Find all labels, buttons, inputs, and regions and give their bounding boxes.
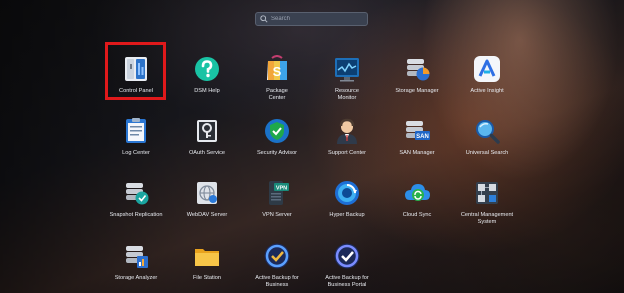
app-label: Hyper Backup [329, 212, 365, 218]
app-label: File Station [193, 275, 221, 281]
app-resource-monitor[interactable]: Resource Monitor [313, 45, 381, 105]
app-file-station[interactable]: File Station [173, 232, 241, 292]
app-active-backup-business-portal[interactable]: Active Backup for Business Portal [313, 232, 381, 292]
cms-icon [476, 182, 498, 204]
app-label: VPN Server [262, 212, 292, 218]
app-hyper-backup[interactable]: Hyper Backup [313, 169, 381, 229]
app-oauth-service[interactable]: OAuth Service [173, 107, 241, 167]
app-label: Storage Manager [395, 88, 439, 94]
app-label: DSM Help [194, 88, 220, 94]
app-label: SAN Manager [399, 150, 435, 156]
cloud-sync-icon [405, 184, 430, 201]
snapshot-icon [126, 183, 149, 205]
shield-icon [265, 119, 289, 143]
help-icon [195, 57, 219, 81]
app-label: Package Center [266, 88, 288, 101]
app-label: Log Center [122, 150, 150, 156]
app-label: Snapshot Replication [109, 212, 163, 218]
active-backup-icon [264, 243, 290, 269]
app-san-manager[interactable]: SAN SAN Manager [383, 107, 451, 167]
svg-text:S: S [273, 64, 282, 79]
app-label: Security Advisor [256, 150, 298, 156]
app-cloud-sync[interactable]: Cloud Sync [383, 169, 451, 229]
magnifier-icon [476, 120, 500, 144]
log-center-icon [126, 118, 146, 143]
app-label: Active Insight [470, 88, 504, 94]
app-label: WebDAV Server [186, 212, 228, 218]
desktop-wallpaper [0, 0, 624, 293]
san-badge-text: SAN [416, 134, 429, 140]
app-support-center[interactable]: Support Center [313, 107, 381, 167]
app-storage-analyzer[interactable]: Storage Analyzer [102, 232, 170, 292]
search-bar[interactable] [255, 12, 368, 26]
app-control-panel[interactable]: Control Panel [102, 45, 170, 105]
app-label: Resource Monitor [335, 88, 359, 101]
webdav-globe-icon [197, 182, 217, 204]
hyper-backup-icon [335, 181, 359, 205]
app-label: Active Backup for Business [255, 275, 299, 288]
monitor-icon [335, 58, 359, 82]
search-icon [260, 15, 268, 23]
app-label: Universal Search [465, 150, 509, 156]
app-webdav-server[interactable]: WebDAV Server [173, 169, 241, 229]
app-central-management-system[interactable]: Central Management System [453, 169, 521, 229]
storage-analyzer-icon [126, 246, 148, 268]
oauth-key-icon [197, 120, 217, 142]
app-label: Active Backup for Business Portal [325, 275, 369, 288]
vpn-badge-text: VPN [276, 186, 287, 192]
app-package-center[interactable]: S Package Center [243, 45, 311, 105]
app-universal-search[interactable]: Universal Search [453, 107, 521, 167]
active-insight-icon [474, 56, 500, 82]
app-log-center[interactable]: Log Center [102, 107, 170, 167]
app-active-backup-business[interactable]: Active Backup for Business [243, 232, 311, 292]
san-icon: SAN [406, 121, 430, 140]
app-label: Support Center [328, 150, 366, 156]
app-label: Storage Analyzer [114, 275, 158, 281]
storage-icon [407, 59, 430, 81]
app-storage-manager[interactable]: Storage Manager [383, 45, 451, 105]
active-backup-portal-icon [334, 243, 360, 269]
app-label: Control Panel [119, 88, 153, 94]
app-label: Central Management System [460, 212, 514, 225]
search-input[interactable] [271, 16, 361, 22]
app-label: Cloud Sync [402, 212, 432, 218]
package-icon: S [267, 55, 287, 80]
app-security-advisor[interactable]: Security Advisor [243, 107, 311, 167]
control-panel-icon [125, 57, 147, 81]
app-snapshot-replication[interactable]: Snapshot Replication [102, 169, 170, 229]
vpn-icon: VPN [269, 181, 289, 205]
support-agent-icon [337, 118, 357, 144]
app-dsm-help[interactable]: DSM Help [173, 45, 241, 105]
app-label: OAuth Service [188, 150, 226, 156]
folder-icon [195, 249, 219, 266]
app-vpn-server[interactable]: VPN VPN Server [243, 169, 311, 229]
app-active-insight[interactable]: Active Insight [453, 45, 521, 105]
